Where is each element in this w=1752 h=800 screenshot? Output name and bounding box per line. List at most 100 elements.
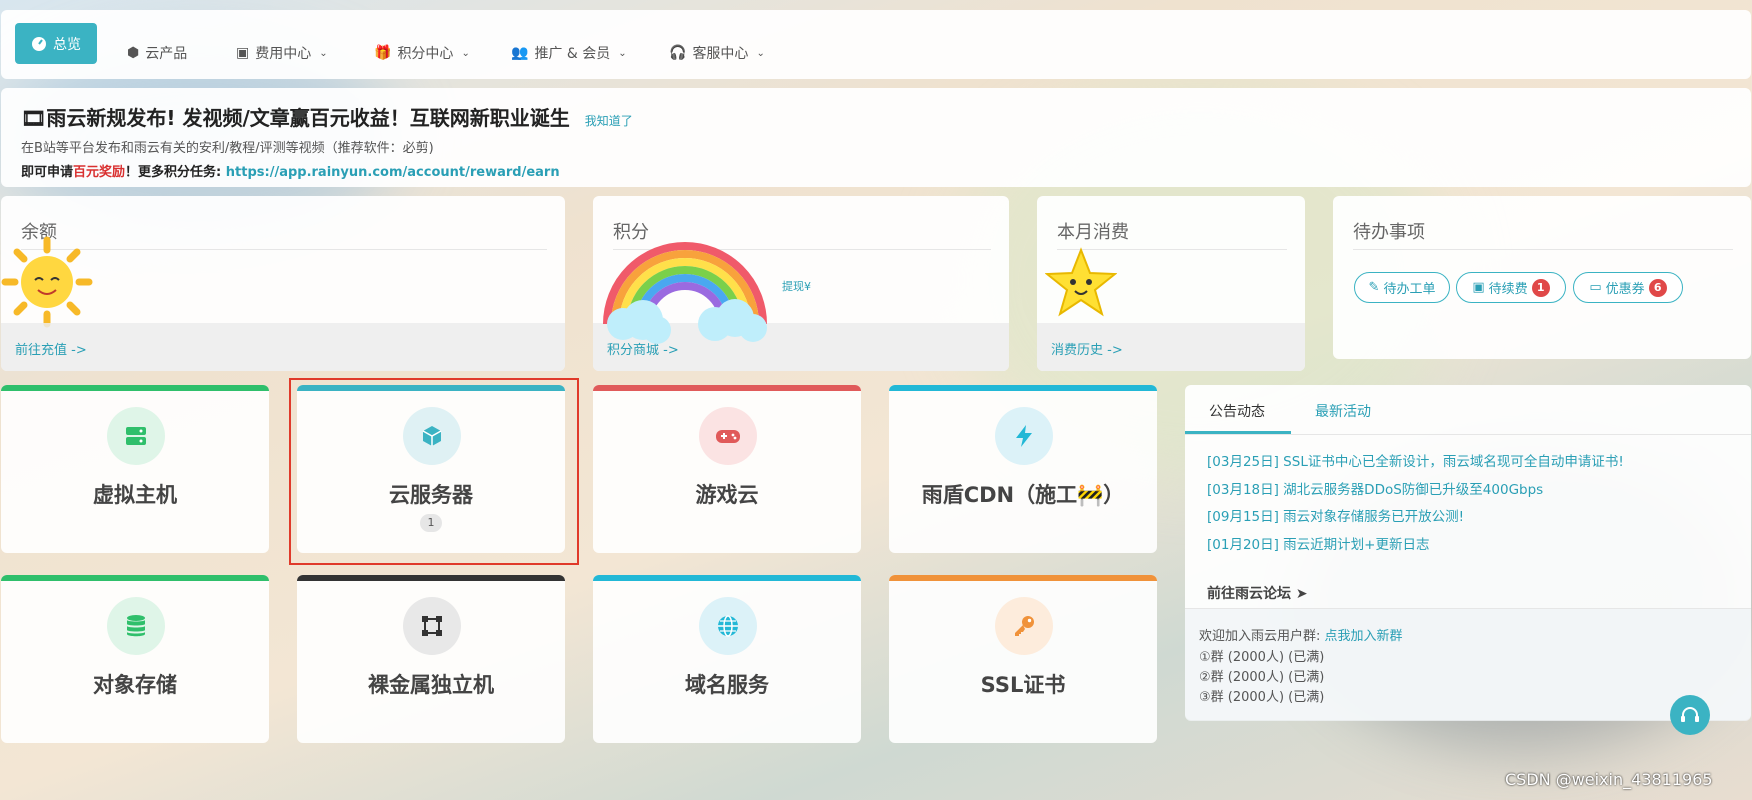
tile-ssl-certificate[interactable]: SSL证书 bbox=[889, 575, 1157, 743]
balance-footer: 前往充值 -> bbox=[1, 323, 565, 371]
headset-icon bbox=[1681, 707, 1699, 722]
group-intro-text: 欢迎加入雨云用户群: bbox=[1199, 629, 1325, 644]
news-panel: 公告动态 最新活动 [03月25日] SSL证书中心已全新设计，雨云域名现可全自… bbox=[1185, 385, 1751, 721]
monthly-spend-footer: 消费历史 -> bbox=[1037, 323, 1305, 371]
star-sticker-icon bbox=[1045, 247, 1117, 317]
announcement-banner: 🎞雨云新规发布! 发视频/文章赢百元收益！互联网新职业诞生 我知道了 在B站等平… bbox=[1, 88, 1751, 187]
dismiss-link[interactable]: 我知道了 bbox=[585, 114, 633, 128]
headset-icon: 🎧 bbox=[669, 45, 687, 61]
selection-highlight-box bbox=[289, 378, 579, 565]
tile-label: SSL证书 bbox=[980, 673, 1066, 697]
tile-label: 域名服务 bbox=[685, 673, 769, 697]
recharge-link[interactable]: 前往充值 -> bbox=[15, 339, 87, 358]
rainbow-sticker-icon bbox=[603, 242, 767, 344]
todo-tickets-label: 待办工单 bbox=[1383, 282, 1436, 297]
monthly-spend-title: 本月消费 bbox=[1057, 222, 1129, 243]
todo-tickets-button[interactable]: ✎ 待办工单 bbox=[1354, 272, 1450, 303]
nav-billing[interactable]: ▣ 费用中心 ⌄ bbox=[236, 32, 328, 74]
pending-renewal-label: 待续费 bbox=[1488, 282, 1528, 297]
nav-support[interactable]: 🎧 客服中心 ⌄ bbox=[669, 32, 765, 74]
news-item[interactable]: [09月15日] 雨云对象存储服务已开放公测! bbox=[1207, 505, 1464, 525]
group-item: ②群 (2000人) (已满) bbox=[1199, 670, 1325, 685]
divider bbox=[1185, 434, 1751, 435]
nav-cloud-products[interactable]: ⬢ 云产品 bbox=[127, 32, 187, 74]
announcement-line3-b: ！更多积分任务: bbox=[125, 165, 226, 180]
join-group-link[interactable]: 点我加入新群 bbox=[1325, 629, 1403, 644]
tile-virtual-host[interactable]: 虚拟主机 bbox=[1, 385, 269, 553]
chevron-down-icon: ⌄ bbox=[461, 47, 470, 59]
group-intro: 欢迎加入雨云用户群: 点我加入新群 bbox=[1199, 625, 1403, 644]
news-item[interactable]: [03月25日] SSL证书中心已全新设计，雨云域名现可全自动申请证书! bbox=[1207, 450, 1624, 470]
points-card: 积分 提现¥ 积分商城 -> bbox=[593, 196, 1009, 371]
paper-plane-icon: ➤ bbox=[1295, 586, 1308, 602]
tile-accent-bar bbox=[593, 385, 861, 391]
divider bbox=[1353, 249, 1733, 250]
pencil-icon: ✎ bbox=[1368, 280, 1380, 295]
nav-overview[interactable]: 总览 bbox=[15, 23, 97, 64]
server-icon bbox=[126, 427, 146, 445]
nav-overview-label: 总览 bbox=[53, 36, 81, 53]
renewal-count-badge: 1 bbox=[1531, 278, 1550, 297]
tile-cdn[interactable]: 雨盾CDN（施工🚧） bbox=[889, 385, 1157, 553]
withdraw-link[interactable]: 提现¥ bbox=[782, 278, 811, 294]
vector-square-icon bbox=[422, 616, 442, 636]
nav-points[interactable]: 🎁 积分中心 ⌄ bbox=[374, 32, 470, 74]
spend-history-link[interactable]: 消费历史 -> bbox=[1051, 339, 1123, 358]
forum-link[interactable]: 前往雨云论坛 ➤ bbox=[1207, 583, 1308, 603]
tile-label: 对象存储 bbox=[93, 673, 177, 697]
top-navbar: 总览 ⬢ 云产品 ▣ 费用中心 ⌄ 🎁 积分中心 ⌄ 👥 推广 & 会员 ⌄ 🎧… bbox=[1, 10, 1751, 79]
dashboard-icon bbox=[32, 36, 46, 51]
gamepad-icon bbox=[716, 430, 740, 443]
money-icon: ▣ bbox=[1472, 280, 1485, 295]
tile-bare-metal[interactable]: 裸金属独立机 bbox=[297, 575, 565, 743]
nav-promotion[interactable]: 👥 推广 & 会员 ⌄ bbox=[511, 32, 627, 74]
coupons-count-badge: 6 bbox=[1648, 278, 1667, 297]
announcement-line3: 即可申请百元奖励！更多积分任务: https://app.rainyun.com… bbox=[21, 161, 1731, 180]
tile-accent-bar bbox=[297, 575, 565, 581]
chevron-down-icon: ⌄ bbox=[319, 47, 328, 59]
group-item: ①群 (2000人) (已满) bbox=[1199, 650, 1325, 665]
announcement-line2: 在B站等平台发布和雨云有关的安利/教程/评测等视频（推荐软件：必剪) bbox=[21, 141, 434, 156]
chevron-down-icon: ⌄ bbox=[618, 47, 627, 59]
nav-promotion-label: 推广 & 会员 bbox=[534, 46, 611, 62]
monthly-spend-card: 本月消费 消费历史 -> bbox=[1037, 196, 1305, 371]
nav-points-label: 积分中心 bbox=[397, 46, 454, 62]
tile-icon-wrap bbox=[995, 407, 1053, 465]
reward-earn-link[interactable]: https://app.rainyun.com/account/reward/e… bbox=[226, 165, 560, 180]
tile-object-storage[interactable]: 对象存储 bbox=[1, 575, 269, 743]
reward-highlight: 百元奖励 bbox=[73, 165, 126, 180]
nav-support-label: 客服中心 bbox=[692, 46, 749, 62]
gift-icon: 🎁 bbox=[374, 45, 392, 61]
watermark: CSDN @weixin_43811965 bbox=[1505, 770, 1713, 789]
tile-accent-bar bbox=[889, 575, 1157, 581]
film-icon: 🎞 bbox=[21, 106, 47, 130]
coupons-button[interactable]: ▭ 优惠券 6 bbox=[1573, 272, 1683, 303]
announcement-title-row: 🎞雨云新规发布! 发视频/文章赢百元收益！互联网新职业诞生 我知道了 bbox=[21, 102, 1731, 131]
balance-card: 余额 前往充值 -> bbox=[1, 196, 565, 371]
news-item[interactable]: [03月18日] 湖北云服务器DDoS防御已升级至400Gbps bbox=[1207, 478, 1543, 498]
tile-label: 游戏云 bbox=[695, 483, 759, 507]
money-icon: ▣ bbox=[236, 45, 250, 61]
key-icon bbox=[1015, 616, 1034, 636]
todo-title: 待办事项 bbox=[1353, 222, 1425, 243]
bolt-icon bbox=[1016, 425, 1032, 447]
tab-latest-events[interactable]: 最新活动 bbox=[1315, 401, 1371, 421]
ticket-icon: ▭ bbox=[1589, 280, 1602, 295]
tile-label: 裸金属独立机 bbox=[368, 673, 494, 697]
news-item[interactable]: [01月20日] 雨云近期计划+更新日志 bbox=[1207, 533, 1430, 553]
chevron-down-icon: ⌄ bbox=[756, 47, 765, 59]
pending-renewal-button[interactable]: ▣ 待续费 1 bbox=[1456, 272, 1566, 303]
tile-game-cloud[interactable]: 游戏云 bbox=[593, 385, 861, 553]
nav-billing-label: 费用中心 bbox=[255, 46, 312, 62]
tab-announcements[interactable]: 公告动态 bbox=[1209, 401, 1265, 421]
tile-domain-service[interactable]: 域名服务 bbox=[593, 575, 861, 743]
tile-accent-bar bbox=[889, 385, 1157, 391]
group-item: ③群 (2000人) (已满) bbox=[1199, 690, 1325, 705]
nav-cloud-products-label: 云产品 bbox=[145, 46, 188, 62]
database-icon bbox=[127, 615, 145, 637]
tile-icon-wrap bbox=[403, 597, 461, 655]
tile-icon-wrap bbox=[107, 407, 165, 465]
support-chat-button[interactable] bbox=[1670, 695, 1710, 735]
cubes-icon: ⬢ bbox=[127, 45, 140, 61]
users-icon: 👥 bbox=[511, 45, 529, 61]
